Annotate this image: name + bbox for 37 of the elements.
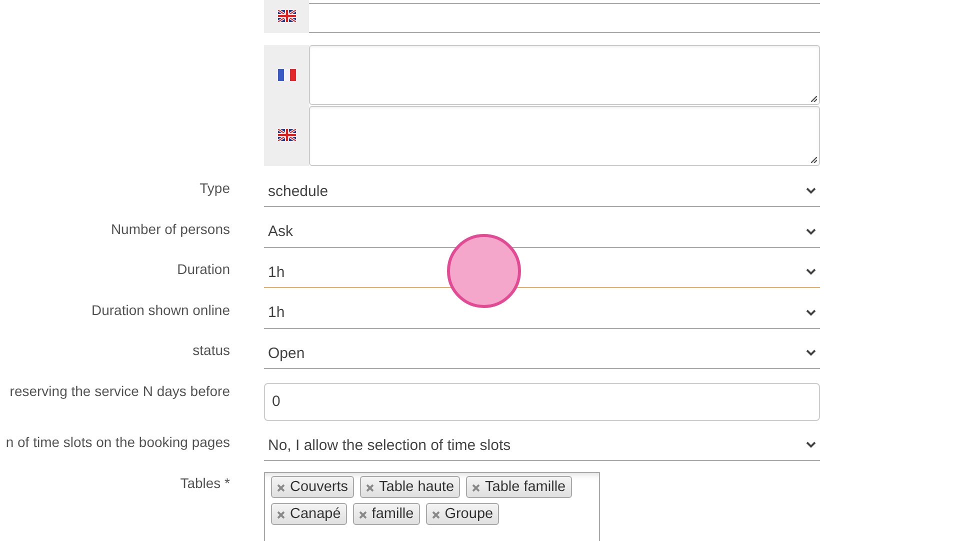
remove-icon[interactable] xyxy=(277,511,285,519)
uk-flag-icon xyxy=(278,129,296,141)
select-field[interactable]: schedule xyxy=(264,175,820,207)
select-field[interactable]: No, I allow the selection of time slots xyxy=(264,429,820,461)
field-label: Type xyxy=(200,180,230,198)
field-label: n of time slots on the booking pages xyxy=(6,434,230,452)
tags-field[interactable]: Couverts Table haute Table famille Canapé famille Groupe xyxy=(264,472,600,541)
remove-icon[interactable] xyxy=(366,484,374,492)
remove-icon[interactable] xyxy=(472,484,480,492)
france-flag-icon xyxy=(278,69,296,81)
chevron-down-icon xyxy=(806,187,816,194)
tag-chip[interactable]: Table famille xyxy=(466,476,572,498)
text-input[interactable] xyxy=(309,3,820,33)
field-label: Duration shown online xyxy=(91,302,230,320)
field-label: reserving the service N days before xyxy=(10,382,230,401)
field-label: Duration xyxy=(177,261,230,279)
tag-chip[interactable]: Couverts xyxy=(271,476,354,498)
field-label: Tables * xyxy=(180,474,230,492)
remove-icon[interactable] xyxy=(358,511,367,519)
tag-chip[interactable]: Canapé xyxy=(271,502,347,524)
chevron-down-icon xyxy=(806,441,816,448)
remove-icon[interactable] xyxy=(432,511,440,519)
resize-grip-icon[interactable] xyxy=(811,96,817,102)
tag-chip[interactable]: famille xyxy=(352,502,420,524)
field-label: Number of persons xyxy=(110,220,230,239)
tag-chip[interactable]: Table haute xyxy=(360,476,460,498)
field-label: status xyxy=(192,342,230,360)
resize-grip-icon[interactable] xyxy=(811,157,817,163)
chevron-down-icon xyxy=(806,268,816,275)
tag-chip[interactable]: Groupe xyxy=(426,502,500,524)
remove-icon[interactable] xyxy=(277,484,285,492)
chevron-down-icon xyxy=(806,308,816,316)
chevron-down-icon xyxy=(806,228,816,234)
chevron-down-icon xyxy=(806,349,816,356)
uk-flag-icon xyxy=(278,10,296,22)
select-field[interactable]: Open xyxy=(264,337,820,369)
number-field[interactable]: 0 xyxy=(264,382,820,420)
